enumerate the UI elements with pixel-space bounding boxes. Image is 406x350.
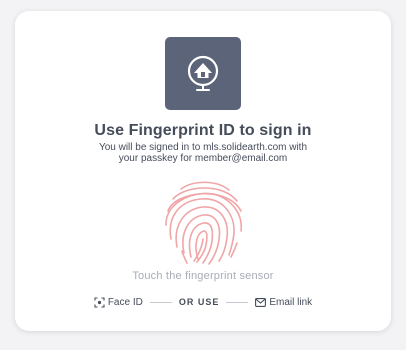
email-link-option[interactable]: Email link <box>255 297 312 308</box>
face-id-icon <box>94 296 105 308</box>
divider-left <box>149 301 172 303</box>
face-id-label: Face ID <box>107 296 143 308</box>
description-line-1: You will be signed in to mls.solidearth.… <box>98 142 308 153</box>
face-id-option[interactable]: Face ID <box>94 297 143 308</box>
fingerprint-icon[interactable] <box>161 177 247 267</box>
or-use-label: OR USE <box>178 297 220 307</box>
divider-right <box>226 301 249 303</box>
mail-icon <box>255 297 267 307</box>
sign-in-description: You will be signed in to mls.solidearth.… <box>15 142 391 164</box>
page-title: Use Fingerprint ID to sign in <box>94 122 312 139</box>
email-link-label: Email link <box>269 296 313 308</box>
alternative-options: Face ID OR USE Email link <box>15 295 391 309</box>
fingerprint-hint: Touch the fingerprint sensor <box>132 270 274 282</box>
app-logo <box>165 37 241 110</box>
description-line-2: your passkey for member@email.com <box>118 153 288 164</box>
sign-in-card: Use Fingerprint ID to sign in You will b… <box>15 11 391 331</box>
globe-house-icon <box>187 55 219 91</box>
